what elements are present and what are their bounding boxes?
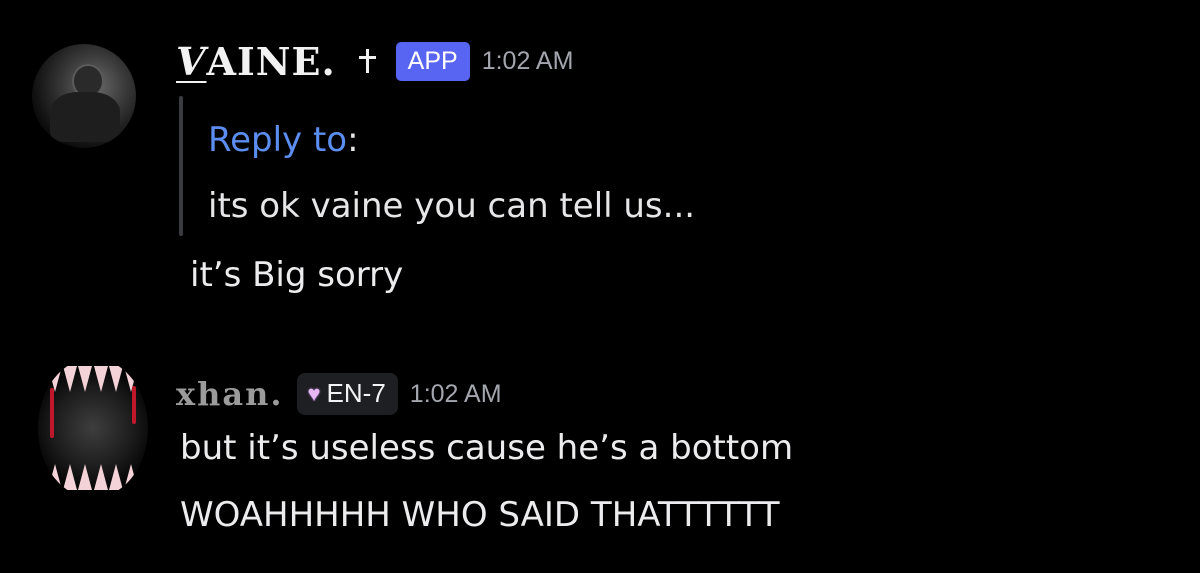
reply-colon: : (347, 120, 359, 160)
message-text-line: but it’s useless cause he’s a bottom (180, 428, 794, 468)
avatar-fangs-top (48, 366, 138, 392)
avatar-fangs-bottom (48, 464, 138, 490)
avatar-xhan[interactable] (38, 358, 148, 498)
message-header: VAINE. APP 1:02 AM (176, 36, 573, 86)
username-initial: V (176, 38, 207, 84)
heart-icon: ♥ (307, 380, 321, 406)
avatar-vaine[interactable] (32, 44, 136, 148)
reply-header: Reply to: (208, 120, 359, 160)
message-text: it’s Big sorry (190, 255, 404, 295)
avatar-blood-drip (50, 388, 54, 438)
message-text-line: WOAHHHHH WHO SAID THATTTTTT (180, 495, 780, 535)
avatar-figure-body (50, 92, 120, 142)
cross-icon (358, 49, 376, 73)
role-tag-label: EN-7 (326, 378, 386, 408)
reply-quoted-text: its ok vaine you can tell us... (208, 186, 696, 226)
username-rest: AINE. (206, 38, 336, 84)
timestamp[interactable]: 1:02 AM (410, 380, 502, 409)
message-vaine: VAINE. APP 1:02 AM Reply to: its ok vain… (0, 0, 1200, 320)
reply-to-link[interactable]: Reply to (208, 120, 347, 160)
timestamp[interactable]: 1:02 AM (482, 47, 574, 76)
username-vaine[interactable]: VAINE. (176, 39, 336, 84)
message-header: xhan. ♥ EN-7 1:02 AM (176, 372, 502, 416)
avatar-blood-drip (132, 386, 136, 424)
reply-quote-bar (179, 96, 183, 236)
app-badge: APP (395, 41, 470, 81)
username-xhan[interactable]: xhan. (176, 375, 283, 413)
role-tag[interactable]: ♥ EN-7 (297, 373, 398, 415)
message-xhan: xhan. ♥ EN-7 1:02 AM but it’s useless ca… (0, 340, 1200, 573)
